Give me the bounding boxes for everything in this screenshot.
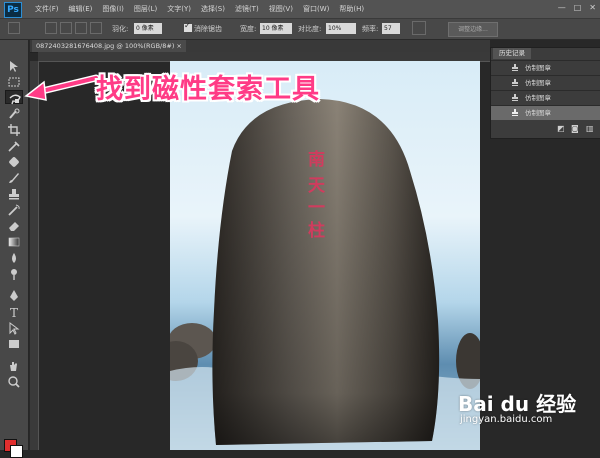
history-item[interactable]: 仿制图章 bbox=[491, 90, 600, 106]
feather-label: 羽化: bbox=[112, 25, 129, 33]
new-document-from-state-icon[interactable]: ◩ bbox=[557, 124, 565, 133]
pen-pressure-icon[interactable] bbox=[412, 21, 426, 35]
options-bar: 羽化: 0 像素 消除锯齿 宽度: 10 像素 对比度: 10% 频率: 57 … bbox=[0, 19, 600, 40]
clone-stamp-icon bbox=[512, 79, 518, 86]
clone-stamp-tool-icon[interactable] bbox=[5, 186, 23, 200]
history-footer: ◩ ◙ ▥ bbox=[491, 120, 600, 138]
clone-stamp-icon bbox=[512, 109, 518, 116]
inscription-char-3: 一 bbox=[308, 198, 325, 218]
contrast-input[interactable]: 10% bbox=[326, 23, 356, 34]
inscription-char-2: 天 bbox=[308, 176, 326, 196]
baidu-watermark: Bai du 经验 jingyan.baidu.com bbox=[458, 388, 598, 428]
baidu-logo: Bai du 经验 bbox=[458, 392, 577, 416]
path-selection-tool-icon[interactable] bbox=[5, 320, 23, 335]
background-color-swatch[interactable] bbox=[10, 445, 23, 458]
menu-select[interactable]: 选择(S) bbox=[196, 0, 230, 18]
menu-view[interactable]: 视图(V) bbox=[264, 0, 298, 18]
history-item-selected[interactable]: 仿制图章 bbox=[491, 105, 600, 121]
antialias-label: 消除锯齿 bbox=[194, 25, 222, 33]
vertical-ruler bbox=[30, 61, 39, 450]
photoshop-logo: Ps bbox=[4, 2, 22, 18]
frequency-input[interactable]: 57 bbox=[382, 23, 400, 34]
history-item[interactable]: 仿制图章 bbox=[491, 75, 600, 91]
annotation-text: 找到磁性套索工具 bbox=[96, 74, 320, 105]
dodge-tool-icon[interactable] bbox=[5, 266, 23, 280]
menu-list: 文件(F) 编辑(E) 图像(I) 图层(L) 文字(Y) 选择(S) 滤镜(T… bbox=[30, 0, 369, 18]
svg-text:T: T bbox=[10, 306, 18, 319]
type-tool-icon[interactable]: T bbox=[5, 304, 23, 320]
brush-tool-icon[interactable] bbox=[5, 170, 23, 184]
maximize-button[interactable]: □ bbox=[574, 3, 582, 12]
history-panel: 历史记录 仿制图章 仿制图章 仿制图章 仿制图章 ◩ ◙ ▥ bbox=[490, 47, 600, 139]
shape-tool-icon[interactable] bbox=[5, 336, 23, 350]
hand-tool-icon[interactable] bbox=[5, 358, 23, 372]
rock-photo: 南 天 一 柱 bbox=[170, 99, 480, 450]
menu-help[interactable]: 帮助(H) bbox=[334, 0, 369, 18]
zoom-tool-icon[interactable] bbox=[5, 374, 23, 388]
close-button[interactable]: ✕ bbox=[589, 3, 596, 12]
eraser-tool-icon[interactable] bbox=[5, 218, 23, 232]
add-selection-icon[interactable] bbox=[60, 22, 72, 34]
inscription-char-1: 南 bbox=[308, 149, 325, 170]
intersect-selection-icon[interactable] bbox=[90, 22, 102, 34]
menu-filter[interactable]: 滤镜(T) bbox=[230, 0, 264, 18]
blur-tool-icon[interactable] bbox=[5, 250, 23, 264]
gradient-tool-icon[interactable] bbox=[5, 234, 23, 248]
history-item-label: 仿制图章 bbox=[525, 79, 551, 87]
new-selection-icon[interactable] bbox=[45, 22, 57, 34]
baidu-url: jingyan.baidu.com bbox=[460, 414, 553, 425]
clone-stamp-icon bbox=[512, 94, 518, 101]
history-item-label: 仿制图章 bbox=[525, 109, 551, 117]
document-canvas[interactable]: 南 天 一 柱 bbox=[170, 61, 480, 450]
menu-image[interactable]: 图像(I) bbox=[97, 0, 129, 18]
crop-tool-icon[interactable] bbox=[5, 122, 23, 136]
snapshot-camera-icon[interactable]: ◙ bbox=[571, 124, 579, 133]
history-tab[interactable]: 历史记录 bbox=[493, 48, 531, 59]
menu-type[interactable]: 文字(Y) bbox=[162, 0, 196, 18]
refine-edge-button[interactable]: 调整边缘... bbox=[448, 22, 498, 37]
menu-bar: Ps 文件(F) 编辑(E) 图像(I) 图层(L) 文字(Y) 选择(S) 滤… bbox=[0, 0, 600, 19]
trash-icon[interactable]: ▥ bbox=[586, 124, 594, 133]
clone-stamp-icon bbox=[512, 64, 518, 71]
feather-input[interactable]: 0 像素 bbox=[134, 23, 162, 34]
menu-window[interactable]: 窗口(W) bbox=[298, 0, 334, 18]
contrast-label: 对比度: bbox=[298, 25, 322, 33]
pen-tool-icon[interactable] bbox=[5, 288, 23, 302]
history-item-label: 仿制图章 bbox=[525, 94, 551, 102]
eyedropper-tool-icon[interactable] bbox=[5, 138, 23, 152]
menu-layer[interactable]: 图层(L) bbox=[129, 0, 162, 18]
healing-brush-tool-icon[interactable] bbox=[5, 154, 23, 168]
frequency-label: 频率: bbox=[362, 25, 379, 33]
minimize-button[interactable]: — bbox=[558, 3, 566, 12]
width-input[interactable]: 10 像素 bbox=[260, 23, 292, 34]
annotation-arrow-icon bbox=[24, 74, 100, 101]
document-tab[interactable]: 08724032816764​08.jpg @ 100%(RGB/8#) × bbox=[32, 40, 186, 52]
history-item-label: 仿制图章 bbox=[525, 64, 551, 72]
menu-edit[interactable]: 编辑(E) bbox=[64, 0, 98, 18]
window-controls: — □ ✕ bbox=[558, 3, 596, 12]
antialias-checkbox[interactable] bbox=[184, 21, 192, 32]
inscription-char-4: 柱 bbox=[308, 220, 325, 241]
tool-preset-picker[interactable] bbox=[8, 22, 20, 34]
history-brush-tool-icon[interactable] bbox=[5, 202, 23, 216]
width-label: 宽度: bbox=[240, 25, 257, 33]
history-item[interactable]: 仿制图章 bbox=[491, 60, 600, 76]
subtract-selection-icon[interactable] bbox=[75, 22, 87, 34]
menu-file[interactable]: 文件(F) bbox=[30, 0, 64, 18]
